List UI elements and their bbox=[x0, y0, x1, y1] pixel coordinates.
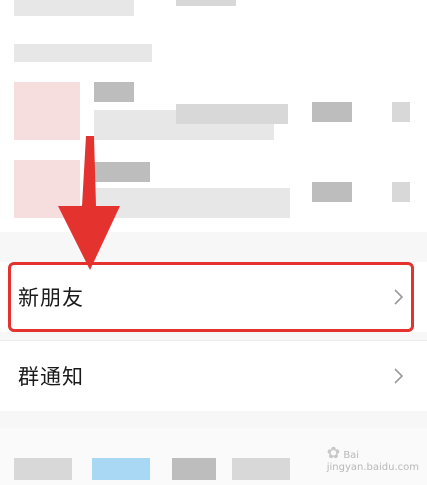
blurred-icon bbox=[392, 182, 410, 202]
blurred-tab bbox=[14, 458, 72, 480]
blurred-text bbox=[176, 104, 288, 124]
blurred-tab bbox=[232, 458, 290, 480]
blurred-section-header bbox=[14, 44, 152, 62]
blurred-tab-active bbox=[92, 458, 150, 480]
watermark-line1: Bai bbox=[343, 450, 360, 461]
blurred-text bbox=[176, 0, 236, 6]
blurred-icon bbox=[392, 102, 410, 122]
blurred-badge bbox=[312, 182, 352, 202]
blurred-badge bbox=[312, 102, 352, 122]
blurred-avatar bbox=[14, 82, 80, 140]
red-arrow-icon bbox=[58, 136, 120, 270]
watermark: ✿ Bai jingyan.baidu.com bbox=[327, 443, 419, 473]
watermark-line2: jingyan.baidu.com bbox=[326, 462, 419, 473]
chevron-right-icon bbox=[394, 368, 403, 384]
list-item-label: 群通知 bbox=[18, 365, 84, 389]
blurred-text bbox=[14, 0, 134, 16]
blurred-name bbox=[94, 82, 134, 102]
highlight-box bbox=[8, 262, 414, 332]
blurred-tab bbox=[172, 458, 216, 480]
paw-icon: ✿ bbox=[326, 443, 341, 462]
list-item-group-notice[interactable]: 群通知 bbox=[0, 341, 427, 411]
